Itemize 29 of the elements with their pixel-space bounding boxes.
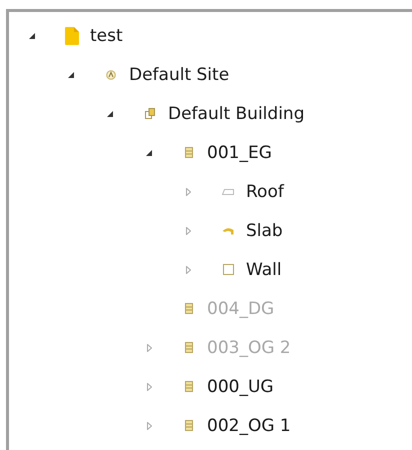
- site-icon: [106, 70, 116, 80]
- storey-icon: [185, 303, 193, 314]
- storey-icon: [185, 342, 193, 353]
- tree-item-label[interactable]: 002_OG 1: [207, 416, 291, 436]
- slab-icon: [222, 226, 234, 234]
- tree-item-label[interactable]: 000_UG: [207, 376, 274, 396]
- tree-item-label[interactable]: Roof: [246, 182, 284, 202]
- collapsed-arrow-icon[interactable]: [146, 382, 152, 390]
- tree-item-label[interactable]: test: [90, 26, 123, 46]
- storey-icon: [185, 420, 193, 431]
- expanded-arrow-icon[interactable]: [107, 110, 113, 116]
- expanded-arrow-icon[interactable]: [29, 32, 35, 38]
- collapsed-arrow-icon[interactable]: [186, 266, 190, 274]
- storey-icon: [185, 381, 193, 392]
- wall-icon: [222, 264, 234, 275]
- tree-item-label[interactable]: Default Building: [168, 104, 304, 124]
- expanded-arrow-icon[interactable]: [146, 150, 152, 156]
- tree-item-label[interactable]: 001_EG: [207, 142, 272, 162]
- building-icon: [145, 108, 155, 119]
- tree-item-label[interactable]: Slab: [246, 220, 283, 240]
- tree-item-label[interactable]: Wall: [246, 260, 282, 280]
- collapsed-arrow-icon[interactable]: [186, 226, 190, 234]
- collapsed-arrow-icon[interactable]: [146, 422, 152, 430]
- expanded-arrow-icon[interactable]: [68, 72, 74, 78]
- document-icon: [65, 26, 79, 44]
- collapsed-arrow-icon[interactable]: [186, 188, 190, 196]
- roof-icon: [222, 188, 234, 194]
- storey-icon: [185, 147, 193, 158]
- tree-item-label[interactable]: Default Site: [129, 64, 230, 84]
